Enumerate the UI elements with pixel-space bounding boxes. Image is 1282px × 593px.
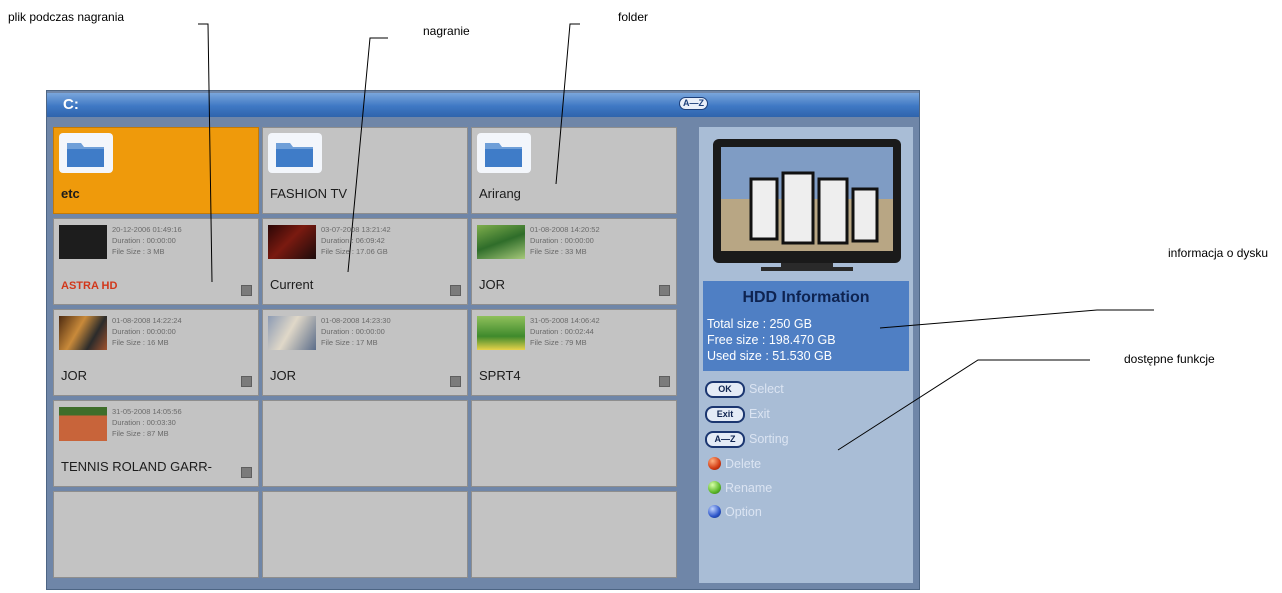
function-label: Sorting — [749, 432, 789, 446]
recording-name: JOR — [61, 368, 87, 383]
hdd-title: HDD Information — [742, 289, 870, 306]
recording-thumbnail — [268, 225, 316, 259]
function-sorting[interactable]: A—Z Sorting — [705, 429, 905, 449]
sort-badge: A—Z — [679, 97, 708, 110]
recording-meta: 31-05-2008 14:05:56 Duration : 00:03:30 Fi… — [112, 407, 182, 438]
folder-icon — [268, 133, 322, 173]
recording-meta: 03-07-2008 13:21:42 Duration : 06:09:42 Fi… — [321, 225, 391, 256]
recording-item[interactable]: 01-08-2008 14:23:30 Duration : 00:00:00 Fi… — [262, 309, 468, 396]
annotation-disk-info: informacja o dysku — [1168, 246, 1269, 260]
recording-name: ASTRA HD — [61, 280, 118, 292]
function-rename[interactable]: Rename — [705, 478, 905, 498]
empty-slot — [53, 491, 259, 578]
recording-meta: 01-08-2008 14:22:24 Duration : 00:00:00 Fi… — [112, 316, 182, 347]
annotation-recording-in-progress: plik podczas nagrania — [8, 10, 125, 24]
exit-key-icon: Exit — [705, 406, 745, 423]
recording-thumbnail — [477, 316, 525, 350]
info-panel: HDD Information Total size : 250 GB Free… — [699, 127, 913, 583]
green-button-icon — [708, 481, 721, 494]
annotation-folder: folder — [618, 10, 649, 24]
file-grid: etc FASHION TV Arirang 20-12-2006 01:49:… — [53, 127, 693, 583]
recording-name: TENNIS ROLAND GARR- — [61, 459, 212, 474]
function-select[interactable]: OK Select — [705, 379, 905, 399]
function-option[interactable]: Option — [705, 502, 905, 522]
empty-slot — [471, 400, 677, 487]
recording-name: JOR — [270, 368, 296, 383]
ok-key-icon: OK — [705, 381, 745, 398]
recordings-screen: C: A—Z etc FASHION TV Arirang 20-12-2006… — [46, 90, 920, 590]
function-exit[interactable]: Exit Exit — [705, 404, 905, 424]
selection-checkbox[interactable] — [241, 376, 252, 387]
annotation-recording: nagranie — [423, 24, 470, 38]
folder-icon — [59, 133, 113, 173]
recording-item[interactable]: 01-08-2008 14:22:24 Duration : 00:00:00 Fi… — [53, 309, 259, 396]
recording-thumbnail — [477, 225, 525, 259]
recording-item[interactable]: 20-12-2006 01:49:16 Duration : 00:00:00 Fi… — [53, 218, 259, 305]
folder-name: etc — [61, 186, 80, 201]
function-delete[interactable]: Delete — [705, 454, 905, 474]
function-label: Delete — [725, 457, 762, 471]
recording-name: JOR — [479, 277, 505, 292]
empty-slot — [262, 491, 468, 578]
selection-checkbox[interactable] — [659, 285, 670, 296]
recording-thumbnail — [268, 316, 316, 350]
recording-name: SPRT4 — [479, 368, 521, 383]
recording-item[interactable]: 31-05-2008 14:06:42 Duration : 00:02:44 Fi… — [471, 309, 677, 396]
folder-icon — [477, 133, 531, 173]
recording-meta: 01-08-2008 14:20:52 Duration : 00:00:00 Fi… — [530, 225, 600, 256]
function-label: Option — [725, 505, 762, 519]
selection-checkbox[interactable] — [241, 285, 252, 296]
recording-item[interactable]: 01-08-2008 14:20:52 Duration : 00:00:00 Fi… — [471, 218, 677, 305]
hdd-total-size: Total size : 250 GB — [707, 317, 812, 331]
folder-name: FASHION TV — [270, 186, 348, 201]
folder-item[interactable]: FASHION TV — [262, 127, 468, 214]
selection-checkbox[interactable] — [659, 376, 670, 387]
recording-meta: 01-08-2008 14:23:30 Duration : 00:00:00 Fi… — [321, 316, 391, 347]
hdd-used-size: Used size : 51.530 GB — [707, 349, 833, 363]
recording-name: Current — [270, 277, 314, 292]
recording-thumbnail — [59, 316, 107, 350]
drive-label: C: — [63, 96, 79, 113]
function-label: Select — [749, 382, 784, 396]
recording-meta: 20-12-2006 01:49:16 Duration : 00:00:00 Fi… — [112, 225, 182, 256]
hdd-free-size: Free size : 198.470 GB — [707, 333, 836, 347]
recording-meta: 31-05-2008 14:06:42 Duration : 00:02:44 Fi… — [530, 316, 600, 347]
recording-item[interactable]: 03-07-2008 13:21:42 Duration : 06:09:42 Fi… — [262, 218, 468, 305]
selection-checkbox[interactable] — [241, 467, 252, 478]
recording-thumbnail — [59, 225, 107, 259]
empty-slot — [262, 400, 468, 487]
az-key-icon: A—Z — [705, 431, 745, 448]
folder-item[interactable]: Arirang — [471, 127, 677, 214]
recording-item[interactable]: 31-05-2008 14:05:56 Duration : 00:03:30 Fi… — [53, 400, 259, 487]
blue-button-icon — [708, 505, 721, 518]
folder-name: Arirang — [479, 186, 521, 201]
function-label: Rename — [725, 481, 773, 495]
selection-checkbox[interactable] — [450, 285, 461, 296]
function-label: Exit — [749, 407, 770, 421]
tv-preview-icon — [713, 139, 901, 271]
title-bar: C: A—Z — [47, 93, 919, 117]
recording-thumbnail — [59, 407, 107, 441]
hdd-information-box: HDD Information Total size : 250 GB Free… — [703, 281, 909, 371]
selection-checkbox[interactable] — [450, 376, 461, 387]
folder-item[interactable]: etc — [53, 127, 259, 214]
annotation-functions: dostępne funkcje — [1124, 352, 1215, 366]
red-button-icon — [708, 457, 721, 470]
empty-slot — [471, 491, 677, 578]
